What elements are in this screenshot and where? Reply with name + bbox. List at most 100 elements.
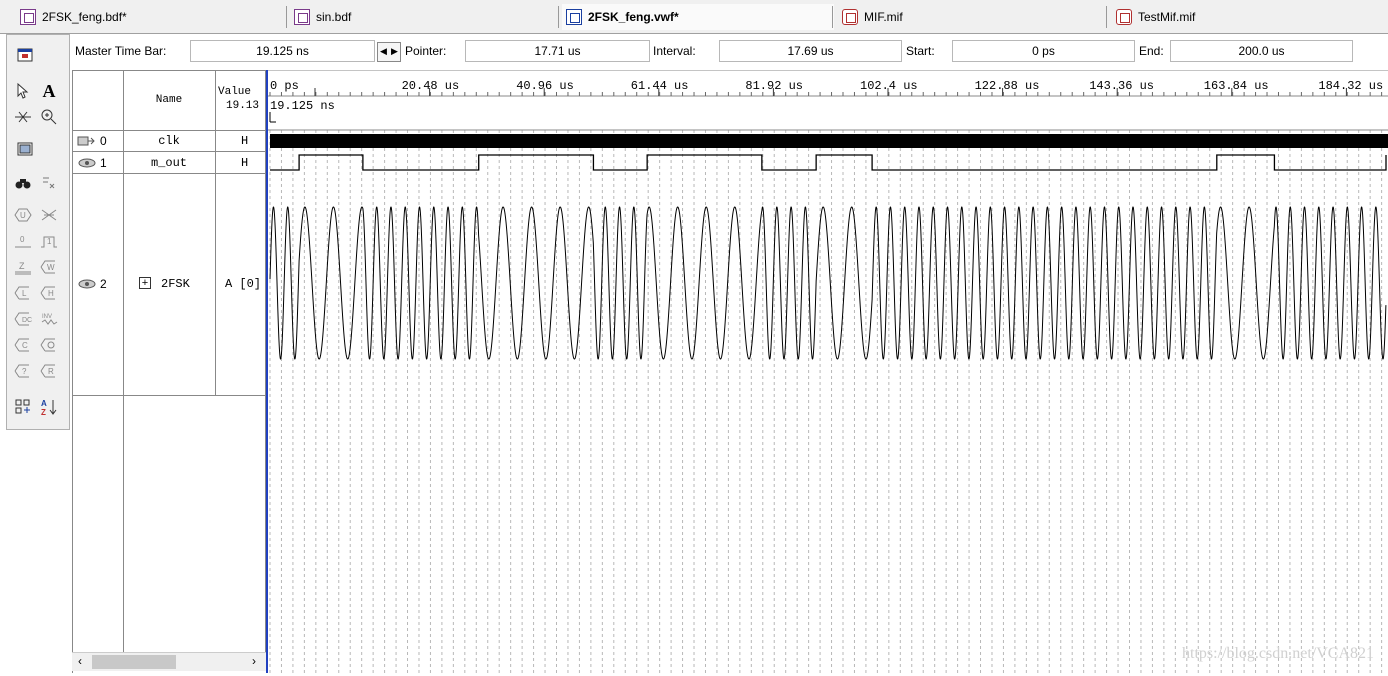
ruler-label: 184.32 us bbox=[1318, 79, 1383, 93]
master-time-bar-label-marker: 19.125 ns bbox=[270, 99, 335, 113]
ruler-label: 143.36 us bbox=[1089, 79, 1154, 93]
scroll-left-icon[interactable]: ‹ bbox=[78, 654, 82, 668]
uninitialized-icon[interactable]: U bbox=[13, 205, 33, 225]
time-info-bar: Master Time Bar: 19.125 ns ◀ ▶ Pointer: … bbox=[72, 38, 1388, 64]
pointer-field: 17.71 us bbox=[465, 40, 650, 62]
replace-icon[interactable] bbox=[39, 173, 59, 193]
svg-text:L: L bbox=[22, 289, 27, 298]
signal-name-m-out[interactable]: m_out bbox=[123, 154, 215, 172]
signal-row-2fsk[interactable]: 2 bbox=[77, 275, 107, 293]
weak-unknown-icon[interactable]: W bbox=[39, 257, 59, 277]
output-pin-icon bbox=[78, 158, 96, 168]
svg-text:U: U bbox=[20, 211, 26, 220]
forcing-high-icon[interactable]: 1 bbox=[39, 231, 59, 251]
forcing-low-icon[interactable]: 0 bbox=[13, 231, 33, 251]
interval-label: Interval: bbox=[653, 44, 696, 58]
next-transition-icon[interactable]: ▶ bbox=[389, 43, 400, 61]
svg-text:R: R bbox=[48, 367, 54, 376]
weak-high-icon[interactable]: H bbox=[39, 283, 59, 303]
svg-text:?: ? bbox=[22, 367, 27, 376]
interval-field: 17.69 us bbox=[719, 40, 902, 62]
scrollbar-thumb[interactable] bbox=[92, 655, 176, 669]
waveform-canvas[interactable]: 0 ps 20.48 us 40.96 us 61.44 us 81.92 us 102.… bbox=[268, 69, 1388, 673]
svg-text:INV: INV bbox=[42, 314, 52, 320]
tab-2fsk-feng-vwf[interactable]: 2FSK_feng.vwf* bbox=[562, 4, 834, 30]
signal-row-m-out[interactable]: 1 bbox=[77, 154, 107, 172]
signal-list-panel: Name Value 19.13 0 clk H 1 m_out H 2 + 2… bbox=[72, 70, 267, 673]
signal-list-scrollbar[interactable]: ‹ › bbox=[72, 652, 266, 671]
selection-tool-icon[interactable] bbox=[13, 81, 33, 101]
high-impedance-icon[interactable]: Z bbox=[13, 257, 33, 277]
svg-text:Z: Z bbox=[19, 261, 25, 271]
previous-transition-icon[interactable]: ◀ bbox=[378, 43, 389, 61]
end-field: 200.0 us bbox=[1170, 40, 1353, 62]
end-label: End: bbox=[1139, 44, 1164, 58]
scroll-right-icon[interactable]: › bbox=[252, 654, 256, 668]
signal-name-2fsk[interactable]: 2FSK bbox=[161, 275, 190, 293]
mif-file-icon bbox=[1116, 9, 1132, 25]
waveform-toolbar: A U 0 1 Z W L H DC INV C ? R A Z bbox=[6, 34, 70, 430]
output-bus-icon bbox=[78, 279, 96, 289]
ruler-label: 61.44 us bbox=[631, 79, 689, 93]
svg-text:0: 0 bbox=[20, 235, 25, 244]
svg-text:W: W bbox=[47, 263, 55, 272]
tab-mif-mif[interactable]: MIF.mif bbox=[842, 4, 903, 30]
bdf-file-icon bbox=[294, 9, 310, 25]
sort-icon[interactable]: AZ bbox=[39, 397, 59, 417]
start-label: Start: bbox=[906, 44, 935, 58]
svg-text:Z: Z bbox=[41, 408, 46, 416]
master-time-bar-label: Master Time Bar: bbox=[75, 44, 167, 58]
signal-value-2fsk: A [0] bbox=[225, 277, 262, 291]
ruler-label: 20.48 us bbox=[402, 79, 460, 93]
waveform-editing-tool-icon[interactable] bbox=[13, 107, 33, 127]
input-pin-icon bbox=[77, 136, 95, 146]
text-tool-icon[interactable]: A bbox=[39, 81, 59, 101]
mif-file-icon bbox=[842, 9, 858, 25]
svg-text:A: A bbox=[41, 399, 47, 408]
zoom-tool-icon[interactable] bbox=[39, 107, 59, 127]
svg-text:C: C bbox=[22, 341, 28, 350]
watermark: https://blog.csdn.net/VCA821 bbox=[1182, 645, 1374, 662]
ruler-label: 163.84 us bbox=[1204, 79, 1269, 93]
count-value-icon[interactable]: C bbox=[13, 335, 33, 355]
find-icon[interactable] bbox=[13, 173, 33, 193]
value-column-header[interactable]: Value bbox=[218, 86, 266, 98]
snap-to-grid-icon[interactable] bbox=[13, 397, 33, 417]
signal-row-clk[interactable]: 0 bbox=[77, 132, 107, 150]
arbitrary-value-icon[interactable]: ? bbox=[13, 361, 33, 381]
forcing-unknown-icon[interactable] bbox=[39, 205, 59, 225]
ruler-label: 40.96 us bbox=[516, 79, 574, 93]
svg-text:DC: DC bbox=[22, 317, 32, 324]
tab-sin-bdf[interactable]: sin.bdf bbox=[294, 4, 351, 30]
random-value-icon[interactable]: R bbox=[39, 361, 59, 381]
signal-value-m-out: H bbox=[241, 156, 249, 170]
start-field: 0 ps bbox=[952, 40, 1135, 62]
pointer-label: Pointer: bbox=[405, 44, 447, 58]
2fsk-waveform[interactable] bbox=[269, 206, 1387, 360]
clock-value-icon[interactable] bbox=[39, 335, 59, 355]
expand-bus-button[interactable]: + bbox=[139, 277, 151, 289]
document-tab-bar: 2FSK_feng.bdf* sin.bdf 2FSK_feng.vwf* MI… bbox=[0, 0, 1388, 34]
signal-name-clk[interactable]: clk bbox=[123, 132, 215, 150]
bdf-file-icon bbox=[20, 9, 36, 25]
tab-testmif-mif[interactable]: TestMif.mif bbox=[1116, 4, 1195, 30]
weak-low-icon[interactable]: L bbox=[13, 283, 33, 303]
m-out-waveform[interactable] bbox=[270, 154, 1387, 171]
ruler-label: 0 ps bbox=[270, 79, 299, 93]
svg-text:1: 1 bbox=[47, 237, 52, 246]
dont-care-icon[interactable]: DC bbox=[13, 309, 33, 329]
window-icon[interactable] bbox=[15, 45, 35, 65]
ruler-label: 81.92 us bbox=[745, 79, 803, 93]
clk-waveform[interactable] bbox=[270, 134, 1388, 148]
waveform-view[interactable]: 0 ps 20.48 us 40.96 us 61.44 us 81.92 us 102.… bbox=[266, 69, 1388, 673]
ruler-label: 122.88 us bbox=[975, 79, 1040, 93]
ruler-label: 102.4 us bbox=[860, 79, 918, 93]
name-column-header[interactable]: Name bbox=[123, 70, 215, 130]
signal-value-clk: H bbox=[241, 134, 249, 148]
time-bar-navigate[interactable]: ◀ ▶ bbox=[377, 42, 401, 62]
waveform-file-icon bbox=[566, 9, 582, 25]
master-time-bar-field[interactable]: 19.125 ns bbox=[190, 40, 375, 62]
full-screen-icon[interactable] bbox=[15, 139, 35, 159]
tab-2fsk-feng-bdf[interactable]: 2FSK_feng.bdf* bbox=[20, 4, 127, 30]
invert-icon[interactable]: INV bbox=[39, 309, 59, 329]
